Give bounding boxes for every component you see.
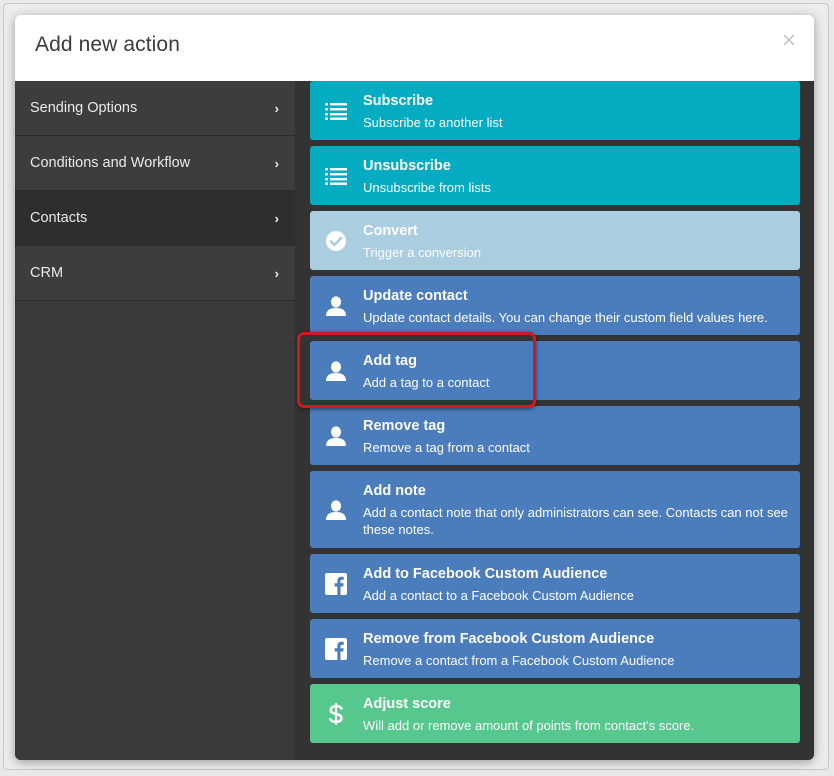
sidebar-item-label: Sending Options — [30, 100, 138, 116]
sidebar-item-label: Contacts — [30, 210, 88, 226]
modal-title: Add new action — [35, 33, 180, 56]
user-icon — [324, 424, 348, 448]
action-description: Add a contact note that only administrat… — [363, 505, 788, 537]
action-title: Update contact — [363, 288, 468, 304]
list-icon — [324, 99, 348, 123]
facebook-icon — [324, 572, 348, 596]
action-title: Remove tag — [363, 418, 446, 434]
chevron-right-icon: › — [274, 100, 279, 116]
action-remove-from-facebook-audience[interactable]: Remove from Facebook Custom Audience Rem… — [310, 619, 800, 678]
action-title: Add note — [363, 483, 426, 499]
modal-header: Add new action × — [15, 15, 814, 81]
action-description: Subscribe to another list — [363, 115, 503, 130]
chevron-right-icon: › — [274, 155, 279, 171]
user-icon — [324, 498, 348, 522]
user-icon — [324, 359, 348, 383]
action-add-to-facebook-audience[interactable]: Add to Facebook Custom Audience Add a co… — [310, 554, 800, 613]
action-add-tag[interactable]: Add tag Add a tag to a contact — [310, 341, 800, 400]
facebook-icon — [324, 637, 348, 661]
sidebar-item-crm[interactable]: CRM › — [15, 246, 295, 301]
user-icon — [324, 294, 348, 318]
chevron-right-icon: › — [274, 265, 279, 281]
action-title: Adjust score — [363, 696, 451, 712]
close-icon[interactable]: × — [782, 29, 796, 53]
add-action-modal: Add new action × Sending Options › Condi… — [15, 15, 814, 760]
action-description: Update contact details. You can change t… — [363, 310, 768, 325]
action-convert[interactable]: Convert Trigger a conversion — [310, 211, 800, 270]
sidebar-item-label: CRM — [30, 265, 64, 281]
action-description: Remove a contact from a Facebook Custom … — [363, 653, 675, 668]
action-description: Trigger a conversion — [363, 245, 482, 260]
dollar-icon — [324, 702, 348, 726]
action-description: Unsubscribe from lists — [363, 180, 491, 195]
action-title: Remove from Facebook Custom Audience — [363, 631, 655, 647]
sidebar-item-conditions-and-workflow[interactable]: Conditions and Workflow › — [15, 136, 295, 191]
action-adjust-score[interactable]: Adjust score Will add or remove amount o… — [310, 684, 800, 743]
check-circle-icon — [324, 229, 348, 253]
action-description: Will add or remove amount of points from… — [363, 718, 695, 733]
action-title: Add tag — [363, 353, 417, 369]
action-title: Add to Facebook Custom Audience — [363, 566, 608, 582]
modal-body: Sending Options › Conditions and Workflo… — [15, 81, 814, 760]
action-description: Add a tag to a contact — [363, 375, 490, 390]
action-description: Add a contact to a Facebook Custom Audie… — [363, 588, 635, 603]
action-remove-tag[interactable]: Remove tag Remove a tag from a contact — [310, 406, 800, 465]
action-description: Remove a tag from a contact — [363, 440, 530, 455]
sidebar-item-sending-options[interactable]: Sending Options › — [15, 81, 295, 136]
action-unsubscribe[interactable]: Unsubscribe Unsubscribe from lists — [310, 146, 800, 205]
action-update-contact[interactable]: Update contact Update contact details. Y… — [310, 276, 800, 335]
action-title: Subscribe — [363, 93, 434, 109]
action-list: Subscribe Subscribe to another list Unsu… — [295, 81, 814, 760]
sidebar-item-contacts[interactable]: Contacts › — [15, 191, 295, 246]
sidebar-item-label: Conditions and Workflow — [30, 155, 191, 171]
action-title: Convert — [363, 223, 418, 239]
chevron-right-icon: › — [274, 210, 279, 226]
category-sidebar: Sending Options › Conditions and Workflo… — [15, 81, 295, 760]
action-add-note[interactable]: Add note Add a contact note that only ad… — [310, 471, 800, 548]
list-icon — [324, 164, 348, 188]
action-title: Unsubscribe — [363, 158, 451, 174]
action-subscribe[interactable]: Subscribe Subscribe to another list — [310, 81, 800, 140]
